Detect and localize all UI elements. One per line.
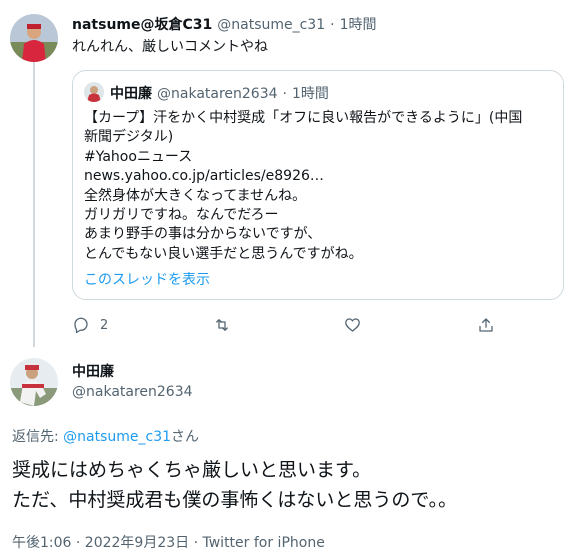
show-thread-link[interactable]: このスレッドを表示	[84, 271, 210, 290]
tweet-time[interactable]: 1時間	[340, 14, 377, 34]
avatar[interactable]	[10, 358, 58, 406]
quoted-line: あまり野手の事は分からないですが、	[84, 226, 322, 243]
like-button[interactable]	[343, 316, 362, 334]
retweet-icon	[216, 319, 228, 331]
replying-to-label: 返信先:	[12, 429, 64, 445]
quoted-tweet-time: 1時間	[291, 86, 329, 102]
quoted-author-handle: @nakataren2634	[157, 86, 278, 102]
avatar[interactable]	[10, 14, 58, 62]
replying-to-handle[interactable]: @natsume_c31	[63, 429, 171, 445]
reply-icon	[74, 317, 88, 334]
heart-icon	[345, 318, 360, 332]
replying-to: 返信先: @natsume_c31さん	[12, 426, 199, 446]
quoted-line: とんでもない良い選手だと思うんですがね。	[84, 245, 363, 262]
quoted-tweet-card[interactable]: 中田廉 @nakataren2634 · 1時間 【カープ】汗をかく中村奨成「オ…	[72, 70, 564, 300]
quoted-line: 【カープ】汗をかく中村奨成「オフに良い報告ができるように」(中国	[84, 110, 523, 126]
replying-to-suffix: さん	[171, 429, 200, 445]
quoted-line: news.yahoo.co.jp/articles/e8926…	[84, 168, 324, 185]
share-button[interactable]	[477, 316, 495, 334]
quoted-avatar	[84, 82, 104, 102]
thread-connector-line	[33, 62, 35, 347]
quoted-line: 全然身体が大きくなってませんね。	[84, 187, 307, 204]
author-name[interactable]: 中田廉	[72, 361, 114, 381]
main-tweet-text-line-2: ただ、中村奨成君も僕の事怖くはないと思うので。。	[12, 489, 458, 511]
separator-dot: ·	[282, 86, 287, 102]
author-name[interactable]: natsume@坂倉C31	[72, 14, 212, 34]
quoted-line: ガリガリですね。なんでだろー	[84, 207, 279, 224]
separator-dot: ·	[330, 17, 335, 33]
tweet-timestamp-meta[interactable]: 午後1:06 · 2022年9月23日 · Twitter for iPhone	[12, 532, 325, 552]
author-handle[interactable]: @nakataren2634	[72, 384, 193, 400]
reply-button[interactable]: 2	[72, 316, 108, 334]
retweet-button[interactable]	[212, 316, 232, 334]
quoted-line: #Yahooニュース	[84, 148, 193, 165]
tweet-text: れんれん、厳しいコメントやね	[72, 39, 268, 55]
quoted-tweet-text: 【カープ】汗をかく中村奨成「オフに良い報告ができるように」(中国 新聞デジタル)…	[84, 109, 522, 264]
main-tweet-text-line-1: 奨成にはめちゃくちゃ厳しいと思います。	[12, 459, 372, 481]
quoted-author-name: 中田廉	[110, 86, 152, 102]
reply-count: 2	[100, 317, 109, 333]
share-icon	[479, 318, 493, 332]
author-handle[interactable]: @natsume_c31	[217, 17, 325, 33]
quoted-line: 新聞デジタル)	[84, 129, 174, 146]
